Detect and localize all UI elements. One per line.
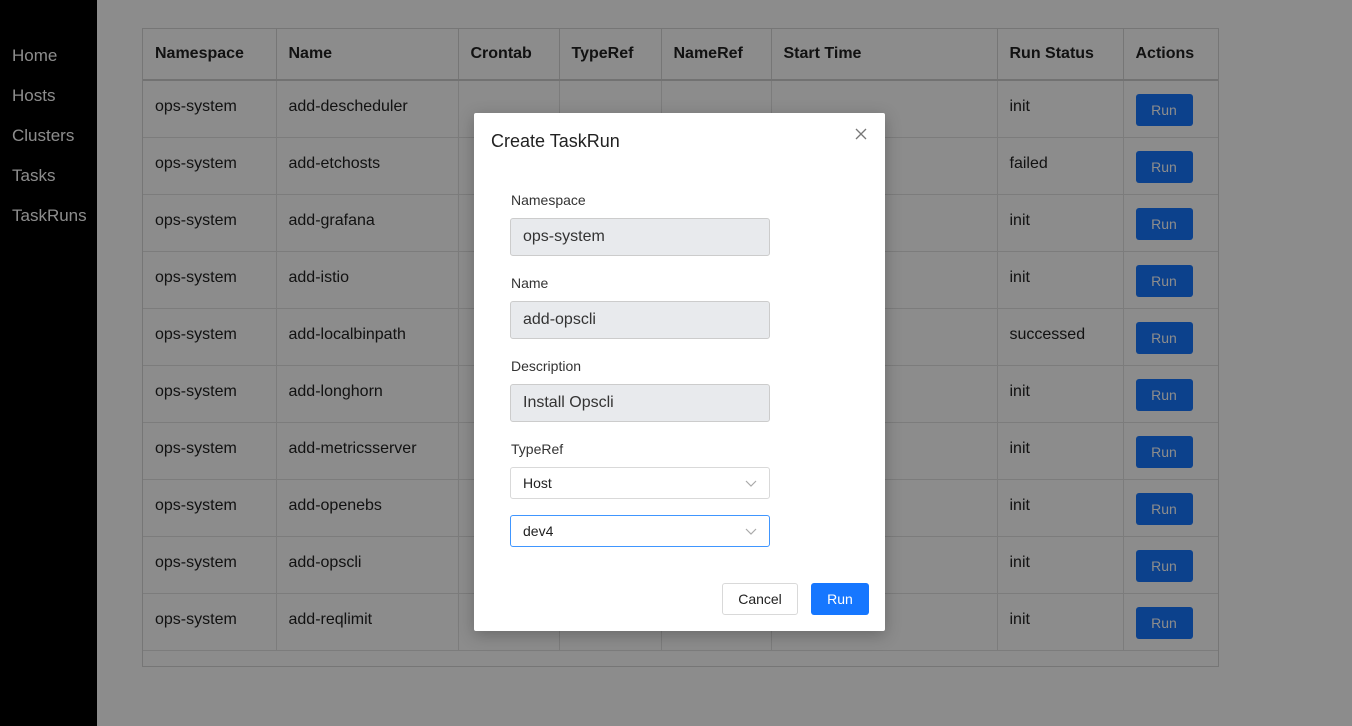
modal-title: Create TaskRun [491, 131, 620, 151]
namespace-field[interactable]: ops-system [510, 218, 770, 256]
close-icon[interactable] [854, 127, 868, 141]
nameref-select[interactable]: dev4 [510, 515, 770, 547]
description-field[interactable]: Install Opscli [510, 384, 770, 422]
nameref-select-value: dev4 [523, 523, 554, 539]
run-button[interactable]: Run [811, 583, 869, 615]
chevron-down-icon [745, 480, 757, 487]
cancel-button[interactable]: Cancel [722, 583, 798, 615]
create-taskrun-modal: Create TaskRun Namespace ops-system Name… [474, 113, 885, 631]
typeref-select[interactable]: Host [510, 467, 770, 499]
namespace-label: Namespace [511, 192, 586, 208]
chevron-down-icon [745, 528, 757, 535]
description-label: Description [511, 358, 582, 374]
name-label: Name [511, 275, 549, 291]
typeref-select-value: Host [523, 475, 552, 491]
name-field[interactable]: add-opscli [510, 301, 770, 339]
typeref-label: TypeRef [511, 441, 564, 457]
